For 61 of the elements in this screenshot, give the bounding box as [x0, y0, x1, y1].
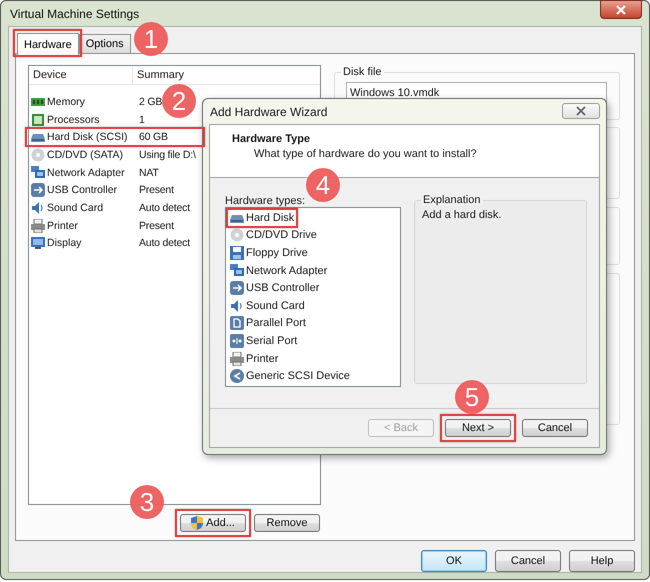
device-summary: 1: [138, 114, 145, 126]
device-name[interactable]: Display: [47, 237, 82, 250]
shield-icon: [191, 516, 204, 530]
hardware-type-item[interactable]: Hard Disk: [246, 212, 294, 224]
hardware-type-item[interactable]: CD/DVD Drive: [246, 229, 317, 242]
device-name[interactable]: Network Adapter: [47, 166, 125, 179]
group-label: Disk file: [341, 66, 384, 78]
device-summary: Using file D:\: [138, 148, 196, 161]
floppy-icon: [230, 246, 244, 260]
close-button[interactable]: [562, 102, 600, 118]
hardware-type-item[interactable]: Floppy Drive: [246, 246, 308, 259]
network-icon: [230, 264, 244, 278]
hardware-type-item[interactable]: Network Adapter: [246, 264, 328, 277]
device-summary: Auto detect: [138, 237, 190, 250]
dialog-button[interactable]: Cancel: [495, 550, 561, 572]
wizard-button[interactable]: Next >: [445, 419, 511, 437]
monitor-icon: [31, 236, 45, 250]
hardware-type-item[interactable]: Parallel Port: [246, 317, 306, 330]
group-label: Explanation: [421, 194, 482, 206]
disc-icon: [230, 228, 244, 242]
speaker-icon: [230, 298, 244, 313]
window-title: Virtual Machine Settings: [9, 6, 140, 20]
device-name[interactable]: Hard Disk (SCSI): [47, 131, 128, 144]
hardware-type-item[interactable]: Serial Port: [246, 334, 298, 347]
network-icon: [31, 166, 45, 180]
remove-button[interactable]: Remove: [254, 514, 320, 532]
device-name[interactable]: CD/DVD (SATA): [47, 148, 124, 161]
printer-icon: [31, 218, 45, 233]
wizard-button[interactable]: Cancel: [522, 419, 588, 437]
list-label: Hardware types:: [225, 195, 306, 207]
hardware-type-item[interactable]: USB Controller: [246, 282, 320, 294]
tab[interactable]: Hardware: [17, 33, 79, 55]
device-name[interactable]: USB Controller: [47, 184, 118, 196]
device-summary: 60 GB: [138, 131, 168, 144]
hardware-type-item[interactable]: Printer: [246, 352, 278, 365]
step-description: What type of hardware do you want to install?: [253, 148, 478, 160]
device-name[interactable]: Memory: [47, 96, 85, 108]
close-icon: [616, 4, 626, 14]
device-name[interactable]: Sound Card: [47, 202, 104, 214]
column-header[interactable]: Device: [29, 66, 133, 84]
add-button[interactable]: Add...: [180, 514, 246, 532]
close-icon: [576, 106, 586, 116]
device-summary: NAT: [138, 166, 159, 179]
column-header[interactable]: Summary: [133, 66, 184, 84]
device-summary: Present: [138, 220, 174, 232]
device-summary: Present: [138, 184, 174, 196]
speaker-icon: [31, 200, 45, 215]
close-button[interactable]: [600, 0, 642, 19]
dialog-title: Add Hardware Wizard: [209, 104, 328, 118]
step-title: Hardware Type: [232, 133, 312, 145]
dialog-button[interactable]: Help: [569, 550, 635, 572]
disc-icon: [31, 148, 45, 162]
printer-icon: [230, 352, 244, 366]
hardware-type-item[interactable]: Generic SCSI Device: [246, 370, 350, 382]
device-summary: 2 GB: [138, 96, 162, 108]
device-name[interactable]: Printer: [47, 220, 78, 232]
device-name[interactable]: Processors: [47, 114, 100, 126]
explanation-text: Add a hard disk.: [422, 209, 502, 221]
hardware-type-item[interactable]: Sound Card: [246, 300, 305, 312]
device-summary: Auto detect: [138, 202, 190, 214]
dialog-button[interactable]: OK: [421, 550, 487, 572]
